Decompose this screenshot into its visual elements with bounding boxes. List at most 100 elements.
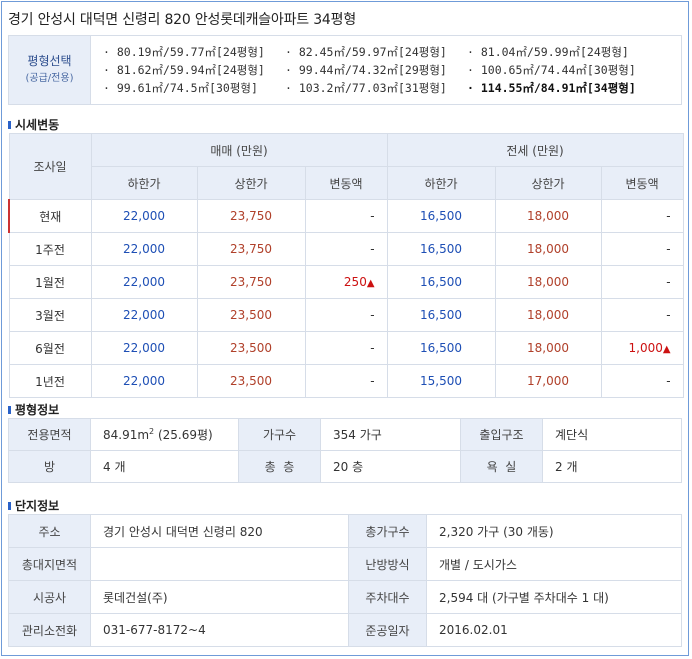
jeonse-change: -	[666, 374, 671, 388]
row-date-cell: 3월전	[8, 298, 92, 332]
price-table: 조사일 매매 (만원) 전세 (만원) 하한가 상한가 변동액 하한가 상한가 …	[8, 133, 684, 398]
row-date: 3월전	[35, 308, 65, 323]
sale-low: 22,000	[123, 374, 165, 388]
size-select-label: 평형선택	[27, 54, 72, 68]
sale-low-cell: 22,000	[90, 298, 198, 332]
unit-section-title: 평형정보	[15, 403, 60, 417]
sale-low-cell: 22,000	[90, 364, 198, 398]
jeonse-change-cell: -	[600, 265, 684, 299]
sale-low-cell: 22,000	[90, 331, 198, 365]
jeonse-high: 18,000	[527, 341, 570, 355]
sale-change: -	[370, 374, 375, 388]
parking-label: 주차대수	[348, 580, 427, 614]
sale-high-cell: 23,750	[196, 265, 306, 299]
sale-high-cell: 23,500	[196, 364, 306, 398]
unit-info-table: 전용면적 84.91m2 (25.69평) 가구수 354 가구 출입구조 계단…	[8, 418, 682, 483]
jeonse-high: 18,000	[527, 275, 570, 289]
price-row: 6월전 22,000 23,500 - 16,500 18,000 1,000▲	[8, 331, 684, 365]
office-phone-label: 관리소전화	[8, 613, 91, 647]
row-date: 현재	[39, 209, 62, 224]
group-header-sale: 매매 (만원)	[90, 133, 388, 167]
jeonse-change-cell: 1,000▲	[600, 331, 684, 365]
floors-value: 20 층	[320, 450, 461, 483]
sale-change-cell: 250▲	[304, 265, 388, 299]
jeonse-low: 15,500	[420, 374, 463, 388]
jeonse-low-cell: 16,500	[386, 331, 496, 365]
sale-high: 23,500	[230, 374, 272, 388]
col-header-jeonse-change: 변동액	[600, 166, 684, 200]
group-header-jeonse: 전세 (만원)	[386, 133, 684, 167]
size-option[interactable]: · 99.61㎡/74.5㎡[30평형]	[103, 80, 285, 96]
address-value: 경기 안성시 대덕면 신령리 820	[90, 514, 349, 548]
exclusive-area-value: 84.91m2 (25.69평)	[90, 418, 239, 451]
exclusive-area-label: 전용면적	[8, 418, 91, 451]
sale-change-cell: -	[304, 232, 388, 266]
size-option[interactable]: · 103.2㎡/77.03㎡[31평형]	[285, 80, 467, 96]
section-marker-icon	[8, 120, 11, 129]
size-options-cell: · 80.19㎡/59.77㎡[24평형] · 82.45㎡/59.97㎡[24…	[90, 35, 682, 105]
complex-info-table: 주소 경기 안성시 대덕면 신령리 820 총가구수 2,320 가구 (30 …	[8, 514, 682, 647]
jeonse-change-cell: -	[600, 199, 684, 233]
sale-high: 23,500	[230, 308, 272, 322]
price-section-heading: 시세변동	[8, 116, 59, 133]
row-date-cell: 1월전	[8, 265, 92, 299]
up-arrow-icon: ▲	[662, 344, 671, 355]
entrance-label: 출입구조	[460, 418, 543, 451]
jeonse-high: 18,000	[527, 209, 570, 223]
builder-label: 시공사	[8, 580, 91, 614]
size-option[interactable]: · 80.19㎡/59.77㎡[24평형]	[103, 44, 285, 60]
size-option[interactable]: · 82.45㎡/59.97㎡[24평형]	[285, 44, 467, 60]
sale-change: 250	[343, 275, 367, 289]
total-households-label: 총가구수	[348, 514, 427, 548]
sale-change: -	[370, 341, 375, 355]
row-date: 1월전	[35, 275, 65, 290]
jeonse-low: 16,500	[420, 275, 463, 289]
land-area-label: 총대지면적	[8, 547, 91, 581]
sale-low: 22,000	[123, 242, 165, 256]
sale-low: 22,000	[123, 209, 165, 223]
jeonse-low-cell: 16,500	[386, 232, 496, 266]
land-area-value	[90, 547, 349, 581]
sale-low: 22,000	[123, 275, 165, 289]
jeonse-low-cell: 16,500	[386, 298, 496, 332]
section-marker-icon	[8, 501, 11, 510]
col-header-jeonse-high: 상한가	[494, 166, 602, 200]
section-marker-icon	[8, 405, 11, 414]
sale-change: -	[370, 308, 375, 322]
jeonse-low: 16,500	[420, 209, 463, 223]
heating-value: 개별 / 도시가스	[426, 547, 682, 581]
price-section-title: 시세변동	[15, 118, 60, 132]
size-option[interactable]: · 100.65㎡/74.44㎡[30평형]	[467, 62, 649, 78]
jeonse-change: -	[666, 209, 671, 223]
total-households-value: 2,320 가구 (30 개동)	[426, 514, 682, 548]
jeonse-high-cell: 18,000	[494, 298, 602, 332]
size-option[interactable]: · 81.62㎡/59.94㎡[24평형]	[103, 62, 285, 78]
address-label: 주소	[8, 514, 91, 548]
exclusive-area-pyeong: (25.69평)	[157, 428, 213, 442]
sale-high-cell: 23,500	[196, 331, 306, 365]
up-arrow-icon: ▲	[366, 278, 375, 289]
jeonse-high: 18,000	[527, 242, 570, 256]
unit-section-heading: 평형정보	[8, 401, 59, 418]
jeonse-high: 18,000	[527, 308, 570, 322]
size-option[interactable]: · 81.04㎡/59.99㎡[24평형]	[467, 44, 649, 60]
exclusive-area-sup: 2	[149, 427, 155, 436]
size-option[interactable]: · 99.44㎡/74.32㎡[29평형]	[285, 62, 467, 78]
jeonse-change: 1,000	[628, 341, 663, 355]
page-title: 경기 안성시 대덕면 신령리 820 안성롯데캐슬아파트 34평형	[8, 12, 356, 28]
row-date-cell: 6월전	[8, 331, 92, 365]
row-date: 1주전	[35, 242, 65, 257]
complex-section-title: 단지정보	[15, 499, 60, 513]
rooms-label: 방	[8, 450, 91, 483]
price-row: 3월전 22,000 23,500 - 16,500 18,000 -	[8, 298, 684, 332]
households-label: 가구수	[238, 418, 321, 451]
jeonse-change: -	[666, 275, 671, 289]
size-option-selected[interactable]: · 114.55㎡/84.91㎡[34평형]	[467, 80, 649, 96]
row-date-cell: 현재	[8, 199, 92, 233]
sale-change: -	[370, 209, 375, 223]
row-date: 6월전	[35, 341, 65, 356]
jeonse-high-cell: 18,000	[494, 265, 602, 299]
sale-change: -	[370, 242, 375, 256]
col-header-sale-high: 상한가	[196, 166, 306, 200]
sale-low-cell: 22,000	[90, 199, 198, 233]
